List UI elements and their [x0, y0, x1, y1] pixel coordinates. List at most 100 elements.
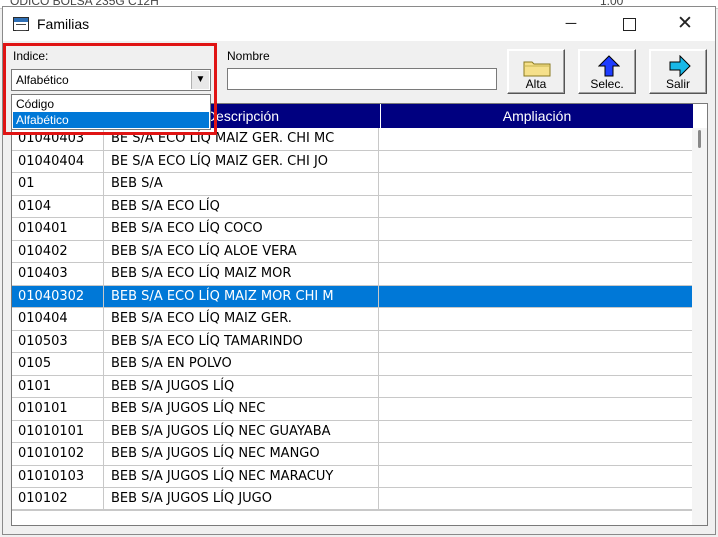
- cell-ampliacion: [380, 331, 692, 353]
- cell-description: BEB S/A EN POLVO: [105, 353, 379, 375]
- cell-code: 0104: [12, 195, 104, 218]
- title-bar[interactable]: Familias ─ ✕: [3, 7, 715, 41]
- cell-ampliacion: [380, 443, 692, 465]
- cell-code: 010402: [12, 240, 104, 263]
- cell-code: 010403: [12, 263, 104, 285]
- close-button[interactable]: ✕: [659, 7, 711, 41]
- window-title: Familias: [37, 16, 90, 32]
- cell-description: BEB S/A: [105, 173, 379, 195]
- cell-description: BEB S/A JUGOS LÍQ NEC GUAYABA: [105, 420, 379, 443]
- table-row[interactable]: 010402 BEB S/A ECO LÍQ ALOE VERA: [12, 240, 692, 263]
- maximize-icon: [622, 17, 636, 31]
- cell-description: BEB S/A JUGOS LÍQ NEC MANGO: [105, 443, 379, 465]
- cell-ampliacion: [380, 376, 692, 398]
- cell-description: BEB S/A ECO LÍQ MAIZ GER.: [105, 308, 379, 330]
- dropdown-arrow-icon[interactable]: ▼: [191, 71, 209, 89]
- cell-description: BEB S/A JUGOS LÍQ NEC MARACUY: [105, 465, 379, 488]
- maximize-button[interactable]: [603, 7, 655, 41]
- familias-table: Descripción Ampliación 01040403 BE S/A EC…: [11, 103, 708, 526]
- alta-button[interactable]: Alta: [507, 49, 565, 94]
- cell-description: BEB S/A ECO LÍQ: [105, 195, 379, 218]
- cell-code: 010102: [12, 488, 104, 510]
- table-row[interactable]: 010503 BEB S/A ECO LÍQ TAMARINDO: [12, 330, 692, 353]
- table-row[interactable]: 01010103 BEB S/A JUGOS LÍQ NEC MARACUY: [12, 465, 692, 488]
- table-row[interactable]: 01040302 BEB S/A ECO LÍQ MAIZ MOR CHI M: [12, 285, 692, 308]
- table-row[interactable]: 01040403 BE S/A ECO LÍQ MAIZ GER. CHI MC: [12, 128, 692, 151]
- salir-label: Salir: [665, 77, 690, 91]
- vertical-scrollbar[interactable]: [692, 128, 707, 525]
- cell-code: 01010101: [12, 420, 104, 443]
- column-header-ampliacion[interactable]: Ampliación: [380, 104, 693, 128]
- nombre-input[interactable]: [227, 68, 497, 90]
- cell-ampliacion: [380, 196, 692, 218]
- cell-code: 01040404: [12, 150, 104, 173]
- table-row[interactable]: 01 BEB S/A: [12, 173, 692, 196]
- indice-dropdown-list: Código Alfabético: [11, 94, 211, 130]
- cell-ampliacion: [380, 398, 692, 420]
- cell-description: BEB S/A ECO LÍQ ALOE VERA: [105, 240, 379, 263]
- salir-button[interactable]: Salir: [649, 49, 707, 94]
- cell-code: 0105: [12, 353, 104, 375]
- indice-select[interactable]: Alfabético ▼: [11, 69, 211, 91]
- cell-code: 01040403: [12, 128, 104, 150]
- table-row[interactable]: 0101 BEB S/A JUGOS LÍQ: [12, 375, 692, 398]
- cell-ampliacion: [380, 466, 692, 488]
- cell-description: BEB S/A ECO LÍQ TAMARINDO: [105, 330, 379, 353]
- table-window-icon: [13, 17, 29, 31]
- cell-description: BE S/A ECO LÍQ MAIZ GER. CHI JO: [105, 150, 379, 173]
- table-row[interactable]: 010102 BEB S/A JUGOS LÍQ JUGO: [12, 488, 692, 511]
- arrow-right-icon: [669, 55, 691, 77]
- cell-description: BEB S/A ECO LÍQ COCO: [105, 218, 379, 240]
- indice-option-alfabetico[interactable]: Alfabético: [13, 112, 209, 128]
- selec-label: Selec.: [590, 77, 624, 91]
- cell-description: BEB S/A JUGOS LÍQ JUGO: [105, 488, 379, 510]
- folder-icon: [523, 61, 551, 77]
- cell-ampliacion: [380, 421, 692, 443]
- indice-label: Indice:: [13, 49, 49, 63]
- table-row[interactable]: 010404 BEB S/A ECO LÍQ MAIZ GER.: [12, 308, 692, 331]
- cell-code: 010401: [12, 218, 104, 240]
- table-row[interactable]: 010403 BEB S/A ECO LÍQ MAIZ MOR: [12, 263, 692, 286]
- cell-ampliacion: [380, 128, 692, 150]
- cell-ampliacion: [380, 173, 692, 195]
- cell-ampliacion: [380, 151, 692, 173]
- cell-ampliacion: [380, 353, 692, 375]
- table-row[interactable]: 01010102 BEB S/A JUGOS LÍQ NEC MANGO: [12, 443, 692, 466]
- table-row[interactable]: 0105 BEB S/A EN POLVO: [12, 353, 692, 376]
- table-row[interactable]: 01010101 BEB S/A JUGOS LÍQ NEC GUAYABA: [12, 420, 692, 443]
- cell-code: 01010102: [12, 443, 104, 465]
- cell-description: BEB S/A ECO LÍQ MAIZ MOR CHI M: [105, 285, 379, 308]
- cell-description: BEB S/A ECO LÍQ MAIZ MOR: [105, 263, 379, 285]
- cell-code: 01: [12, 173, 104, 195]
- cell-code: 010404: [12, 308, 104, 330]
- cell-code: 01010103: [12, 465, 104, 488]
- cell-ampliacion: [380, 488, 692, 510]
- arrow-up-icon: [598, 55, 620, 77]
- cell-ampliacion: [380, 308, 692, 330]
- table-bottom-divider: [12, 509, 692, 510]
- cell-code: 010503: [12, 330, 104, 353]
- indice-option-codigo[interactable]: Código: [13, 96, 209, 112]
- table-body: 01040403 BE S/A ECO LÍQ MAIZ GER. CHI MC 0…: [12, 128, 692, 511]
- alta-label: Alta: [525, 77, 547, 91]
- scrollbar-thumb[interactable]: [698, 130, 701, 148]
- cell-code: 010101: [12, 398, 104, 420]
- selec-button[interactable]: Selec.: [578, 49, 636, 94]
- table-row[interactable]: 0104 BEB S/A ECO LÍQ: [12, 195, 692, 218]
- nombre-label: Nombre: [227, 49, 270, 63]
- cell-ampliacion: [380, 286, 692, 308]
- indice-selected-value: Alfabético: [16, 73, 69, 87]
- cell-ampliacion: [380, 241, 692, 263]
- minimize-button[interactable]: ─: [545, 7, 597, 41]
- cell-description: BE S/A ECO LÍQ MAIZ GER. CHI MC: [105, 128, 379, 150]
- table-row[interactable]: 01040404 BE S/A ECO LÍQ MAIZ GER. CHI JO: [12, 150, 692, 173]
- cell-code: 0101: [12, 375, 104, 398]
- cell-ampliacion: [380, 263, 692, 285]
- cell-description: BEB S/A JUGOS LÍQ: [105, 375, 379, 398]
- table-row[interactable]: 010401 BEB S/A ECO LÍQ COCO: [12, 218, 692, 241]
- cell-code: 01040302: [12, 285, 104, 308]
- familias-window: Familias ─ ✕ Indice: Alfabético ▼ Código…: [2, 6, 716, 535]
- cell-description: BEB S/A JUGOS LÍQ NEC: [105, 398, 379, 420]
- table-row[interactable]: 010101 BEB S/A JUGOS LÍQ NEC: [12, 398, 692, 421]
- cell-ampliacion: [380, 218, 692, 240]
